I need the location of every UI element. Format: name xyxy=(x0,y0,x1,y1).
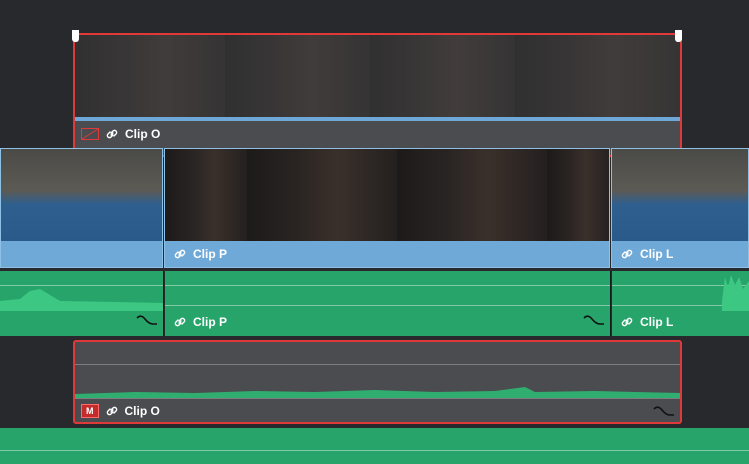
link-icon xyxy=(620,247,634,261)
clip-o-audio-label: M Clip O xyxy=(81,404,160,418)
clip-o-video[interactable]: Clip O xyxy=(73,33,682,157)
clip-name: Clip L xyxy=(640,315,674,329)
link-icon xyxy=(105,404,119,418)
audio-clip-p[interactable]: Clip P xyxy=(165,271,611,336)
video-clip-p-label: Clip P xyxy=(173,247,227,261)
trim-handle-right[interactable] xyxy=(675,30,682,42)
audio-clip-p-label: Clip P xyxy=(173,315,227,329)
audio-clip-left[interactable] xyxy=(0,271,164,336)
clip-o-video-thumbnails xyxy=(75,35,680,117)
video-track-1: Clip P Clip L xyxy=(0,148,749,270)
clip-o-audio[interactable]: M Clip O xyxy=(73,340,682,424)
fade-curve-icon[interactable] xyxy=(583,313,605,332)
fade-curve-icon[interactable] xyxy=(653,404,675,422)
clip-name: Clip P xyxy=(193,315,228,329)
audio-waveform xyxy=(75,387,680,398)
audio-clip-bottom[interactable] xyxy=(0,428,749,464)
link-icon xyxy=(173,247,187,261)
clip-name: Clip O xyxy=(124,404,160,418)
audio-clip-l-label: Clip L xyxy=(620,315,673,329)
audio-waveform xyxy=(0,289,163,311)
video-clip-l-thumbnail xyxy=(612,149,748,241)
link-icon xyxy=(105,127,119,141)
clip-o-video-label: Clip O xyxy=(81,127,160,141)
audio-track-1: Clip P Clip L xyxy=(0,271,749,337)
video-clip-p-thumbnails xyxy=(165,149,609,241)
clip-name: Clip L xyxy=(640,247,674,261)
video-track-2: Clip O xyxy=(0,14,749,157)
video-clip-l-label: Clip L xyxy=(620,247,673,261)
video-clip-p[interactable]: Clip P xyxy=(164,148,610,268)
fade-curve-icon[interactable] xyxy=(136,313,158,332)
link-icon xyxy=(620,315,634,329)
video-clip-left[interactable] xyxy=(0,148,163,268)
audio-clip-l[interactable]: Clip L xyxy=(612,271,749,336)
audio-track-2: M Clip O xyxy=(0,338,749,426)
audio-waveform xyxy=(722,275,749,311)
video-clip-left-thumbnail xyxy=(1,149,162,241)
link-icon xyxy=(173,315,187,329)
clip-name: Clip O xyxy=(125,127,161,141)
clip-name: Clip P xyxy=(193,247,228,261)
trim-handle-left[interactable] xyxy=(72,30,79,42)
video-clip-l[interactable]: Clip L xyxy=(611,148,749,268)
disabled-video-icon xyxy=(81,128,99,140)
audio-track-3 xyxy=(0,428,749,464)
mute-badge: M xyxy=(81,404,99,418)
clip-o-video-label-bar xyxy=(75,117,680,121)
